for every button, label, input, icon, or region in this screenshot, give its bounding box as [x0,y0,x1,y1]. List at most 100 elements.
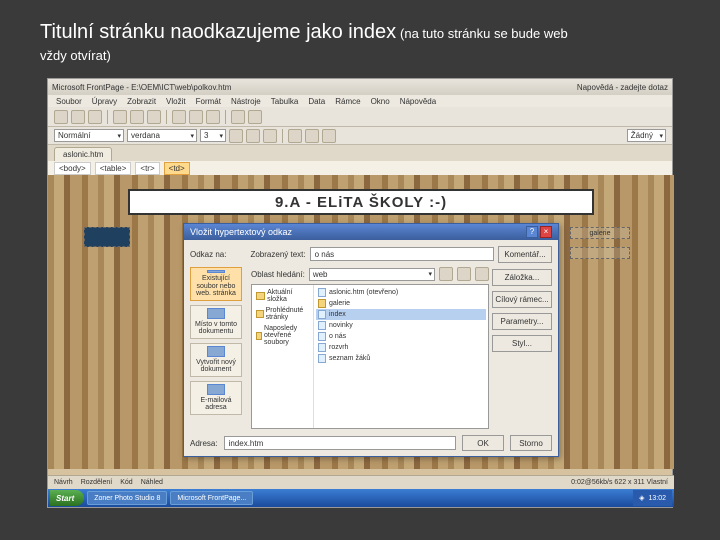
komentar-button[interactable]: Komentář... [498,246,552,263]
style-dropdown[interactable]: Normální [54,129,124,142]
cut-button[interactable] [172,110,186,124]
crumb-table[interactable]: <table> [95,162,132,175]
separator [166,110,167,124]
right-cell[interactable] [570,247,630,259]
file-icon [318,288,326,297]
menu-view[interactable]: Zobrazit [127,97,156,106]
file-item[interactable]: o nás [316,331,486,342]
open-button[interactable] [71,110,85,124]
dialog-titlebar: Vložit hypertextový odkaz ? × [184,224,558,240]
view-split[interactable]: Rozdělení [81,479,113,486]
parametry-button[interactable]: Parametry... [492,313,552,330]
separator [282,129,283,143]
format-toolbar: Normální verdana 3 Žádný [48,127,672,145]
file-icon [318,343,326,352]
help-icon[interactable]: ? [526,226,538,238]
task-zoner[interactable]: Zoner Photo Studio 8 [87,491,167,505]
cancel-button[interactable]: Storno [510,435,552,451]
menu-table[interactable]: Tabulka [271,97,299,106]
italic-button[interactable] [246,129,260,143]
file-item[interactable]: seznam žáků [316,353,486,364]
lookin-dropdown[interactable]: web [309,268,435,281]
scope-current[interactable]: Aktuální složka [254,287,311,305]
browse-file-button[interactable] [475,267,489,281]
crumb-body[interactable]: <body> [54,162,91,175]
align-right-button[interactable] [322,129,336,143]
browse-web-button[interactable] [457,267,471,281]
spell-button[interactable] [147,110,161,124]
file-list: Aktuální složka Prohlédnuté stránky Napo… [251,284,489,429]
address-input[interactable]: index.htm [224,436,456,450]
up-folder-button[interactable] [439,267,453,281]
bold-button[interactable] [229,129,243,143]
linkto-new[interactable]: Vytvořit nový dokument [190,343,242,377]
dialog-right-buttons: Záložka... Cílový rámec... Parametry... … [492,267,552,429]
zalozka-button[interactable]: Záložka... [492,269,552,286]
file-name: index [329,311,346,318]
task-frontpage[interactable]: Microsoft FrontPage... [170,491,253,505]
linkto-place-label: Místo v tomto dokumentu [193,321,239,336]
heading-sub-2: vždy otvírat) [40,48,111,63]
print-button[interactable] [113,110,127,124]
document-tab[interactable]: aslonic.htm [54,147,112,161]
menu-tools[interactable]: Nástroje [231,97,261,106]
clock: 13:02 [648,495,666,502]
scope-browsed[interactable]: Prohlédnuté stránky [254,305,311,323]
tag-breadcrumb: <body> <table> <tr> <td> [48,161,672,175]
menu-data[interactable]: Data [308,97,325,106]
linkto-sidebar: Existující soubor nebo web. stránka Míst… [190,267,248,429]
redo-button[interactable] [248,110,262,124]
systray[interactable]: ◈ 13:02 [633,490,672,506]
file-item[interactable]: galerie [316,298,486,309]
menu-file[interactable]: Soubor [56,97,82,106]
menu-format[interactable]: Formát [196,97,221,106]
preview-button[interactable] [130,110,144,124]
linkto-label: Odkaz na: [190,250,226,259]
file-item[interactable]: rozvrh [316,342,486,353]
menubar: Soubor Úpravy Zobrazit Vložit Formát Nás… [48,95,672,107]
view-preview[interactable]: Náhled [141,479,163,486]
display-text-input[interactable]: o nás [310,247,494,261]
new-button[interactable] [54,110,68,124]
cilovy-button[interactable]: Cílový rámec... [492,291,552,308]
file-item[interactable]: aslonic.htm (otevřeno) [316,287,486,298]
menu-insert[interactable]: Vložit [166,97,186,106]
crumb-tr[interactable]: <tr> [135,162,159,175]
menu-window[interactable]: Okno [371,97,390,106]
size-dropdown[interactable]: 3 [200,129,226,142]
linkto-place[interactable]: Místo v tomto dokumentu [190,305,242,339]
align-center-button[interactable] [305,129,319,143]
view-design[interactable]: Návrh [54,479,73,486]
font-dropdown[interactable]: verdana [127,129,197,142]
right-cell-galerie[interactable]: galerie [570,227,630,239]
file-item[interactable]: novinky [316,320,486,331]
close-icon[interactable]: × [540,226,552,238]
save-button[interactable] [88,110,102,124]
undo-button[interactable] [231,110,245,124]
styl-button[interactable]: Styl... [492,335,552,352]
folder-scope-column: Aktuální složka Prohlédnuté stránky Napo… [252,285,314,428]
start-button[interactable]: Start [50,490,84,506]
align-left-button[interactable] [288,129,302,143]
linkto-existing[interactable]: Existující soubor nebo web. stránka [190,267,242,301]
underline-button[interactable] [263,129,277,143]
paste-button[interactable] [206,110,220,124]
tray-icon: ◈ [639,494,644,502]
menu-frames[interactable]: Rámce [335,97,360,106]
menu-help[interactable]: Nápověda [400,97,436,106]
scope-recent[interactable]: Naposledy otevřené soubory [254,323,311,348]
document-tabs: aslonic.htm [48,145,672,161]
lookin-label: Oblast hledání: [251,270,305,279]
left-thumb-cell[interactable] [84,227,130,247]
design-canvas[interactable]: 9.A - ELiTA ŠKOLY :-) galerie Vložit hyp… [48,175,674,469]
ok-button[interactable]: OK [462,435,504,451]
copy-button[interactable] [189,110,203,124]
insert-hyperlink-dialog: Vložit hypertextový odkaz ? × Odkaz na: … [183,223,559,457]
linkto-email[interactable]: E-mailová adresa [190,381,242,415]
menu-edit[interactable]: Úpravy [92,97,117,106]
help-hint: Napovědá - zadejte dotaz [577,83,668,92]
view-code[interactable]: Kód [120,479,132,486]
file-item-selected[interactable]: index [316,309,486,320]
extra-dropdown[interactable]: Žádný [627,129,666,142]
crumb-td[interactable]: <td> [164,162,190,175]
